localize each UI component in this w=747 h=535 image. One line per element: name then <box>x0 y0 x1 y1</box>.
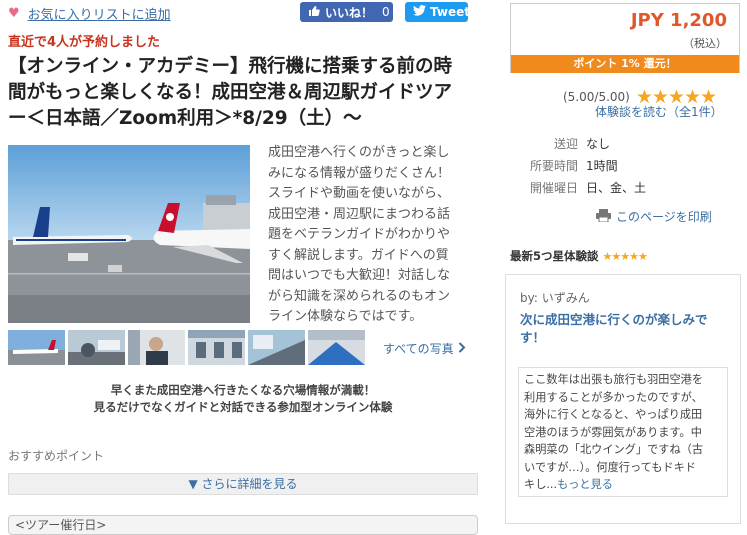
like-label: いいね！ <box>325 5 374 20</box>
thumbnail[interactable] <box>308 330 365 365</box>
photo-thumbnails <box>8 330 365 365</box>
tour-date-header: <ツアー催行日> <box>8 515 478 535</box>
favorite-label: お気に入りリストに追加 <box>27 8 171 23</box>
add-favorite-link[interactable]: ♥ お気に入りリストに追加 <box>8 4 171 23</box>
all-photos-label: すべての写真 <box>383 342 454 356</box>
thumbs-up-icon <box>308 5 320 20</box>
price-amount: JPY 1,200 <box>630 10 727 31</box>
printer-icon <box>596 208 611 225</box>
thumbnail[interactable] <box>68 330 125 365</box>
info-row: 送迎 なし <box>510 132 740 154</box>
info-row: 所要時間 1時間 <box>510 154 740 176</box>
review-line: いですが…）。何度行ってもドキド <box>524 460 696 474</box>
info-row: 開催曜日 日、金、土 <box>510 176 740 198</box>
tax-note: （税込） <box>683 37 727 50</box>
review-more-link[interactable]: もっと見る <box>557 478 613 491</box>
desc-line: がら知識を深められるのもオン <box>268 288 451 304</box>
tweet-label: Tweet <box>430 5 470 19</box>
info-value: なし <box>586 136 611 151</box>
desc-line: 問はいつでも大歓迎！対話しな <box>268 268 451 283</box>
points-banner: ポイント 1% 還元！ <box>511 55 739 73</box>
page-title: 【オンライン・アカデミー】飛行機に搭乗する前の時 間がもっと楽しくなる！成田空港… <box>8 54 478 132</box>
chevron-right-icon <box>458 341 466 356</box>
title-line: 間がもっと楽しくなる！成田空港＆周辺駅ガイドツア <box>8 82 453 103</box>
review-title-line: す！ <box>520 330 546 345</box>
thumbnail[interactable] <box>128 330 185 365</box>
review-line: キし...もっと見る <box>524 476 722 494</box>
like-count: 0 <box>382 5 390 19</box>
review-line: 海外に行くとなると、やっぱり成田 <box>524 408 703 421</box>
desc-line: 成田空港・周辺駅にまつわる話 <box>268 206 451 222</box>
tweet-button[interactable]: Tweet <box>405 2 470 22</box>
heart-icon: ♥ <box>8 6 20 21</box>
info-key: 送迎 <box>553 136 578 151</box>
twitter-bird-icon <box>413 5 426 19</box>
review-line: ここ数年は出張も旅行も羽田空港を <box>524 373 704 386</box>
info-key: 所要時間 <box>529 158 578 173</box>
latest-reviews-heading: 最新5つ星体験談 ★★★★★ <box>510 248 740 264</box>
facebook-like-button[interactable]: いいね！ 0 <box>300 2 393 22</box>
review-last-text: キし... <box>524 478 558 491</box>
print-label: このページを印刷 <box>616 210 712 224</box>
review-line: 森明菜の「北ウイング」ですね（古 <box>524 443 704 456</box>
thumbnail[interactable] <box>248 330 305 365</box>
read-reviews-link[interactable]: 体験談を読む（全1件） <box>595 103 723 120</box>
desc-line: 成田空港へ行くのがきっと楽し <box>268 145 450 160</box>
title-line: 【オンライン・アカデミー】飛行機に搭乗する前の時 <box>8 56 453 77</box>
review-title-line: 次に成田空港に行くのが楽しみで <box>520 312 708 327</box>
desc-line: 題をベテランガイドがわかりや <box>268 227 451 242</box>
desc-line: みになる情報が盛りだくさん！ <box>268 165 451 181</box>
all-photos-link[interactable]: すべての写真 <box>383 340 466 357</box>
tour-info-table: 送迎 なし 所要時間 1時間 開催曜日 日、金、土 <box>510 132 740 198</box>
desc-line: すく解説します。ガイドへの質 <box>268 247 449 263</box>
info-key: 開催曜日 <box>529 180 578 195</box>
review-card: by: いずみん 次に成田空港に行くのが楽しみで す！ ここ数年は出張も旅行も羽… <box>505 274 741 524</box>
recommend-points-heading: おすすめポイント <box>8 449 105 463</box>
info-value: 1時間 <box>586 158 618 173</box>
tour-lead-text: 早くまた成田空港へ行きたくなる穴場情報が満載！ 見るだけでなくガイドと対話できる… <box>8 382 478 416</box>
star-icon: ★★★★★ <box>602 249 648 263</box>
review-line: 利用することが多かったのですが、 <box>524 390 703 404</box>
price-box: JPY 1,200 （税込） ポイント 1% 還元！ <box>510 3 740 73</box>
desc-line: ライン体験ならではです。 <box>268 309 423 324</box>
lead-line: 見るだけでなくガイドと対話できる参加型オンライン体験 <box>93 400 393 414</box>
thumbnail[interactable] <box>188 330 245 365</box>
tour-description: 成田空港へ行くのがきっと楽し みになる情報が盛りだくさん！ スライドや動画を使い… <box>268 143 470 328</box>
reviews-header-label: 最新5つ星体験談 <box>510 249 599 263</box>
lead-line: 早くまた成田空港へ行きたくなる穴場情報が満載！ <box>110 383 376 397</box>
desc-line: スライドや動画を使いながら、 <box>268 186 451 201</box>
review-author: by: いずみん <box>520 291 590 305</box>
review-line: 空港のほうが雰囲気があります。中 <box>524 425 702 439</box>
review-body: ここ数年は出張も旅行も羽田空港を 利用することが多かったのですが、 海外に行くと… <box>518 367 728 497</box>
info-value: 日、金、土 <box>586 180 647 195</box>
rating-score: (5.00/5.00) <box>563 90 630 104</box>
thumbnail[interactable] <box>8 330 65 365</box>
print-page-link[interactable]: このページを印刷 <box>596 208 712 225</box>
review-title-link[interactable]: 次に成田空港に行くのが楽しみで す！ <box>520 311 725 347</box>
main-photo[interactable] <box>8 145 250 323</box>
show-more-details-button[interactable]: ▼ さらに詳細を見る <box>8 473 478 495</box>
recent-booking-notice: 直近で4人が予約しました <box>8 35 161 50</box>
title-line: ー＜日本語／Zoom利用＞*8/29（土）～ <box>8 108 362 129</box>
